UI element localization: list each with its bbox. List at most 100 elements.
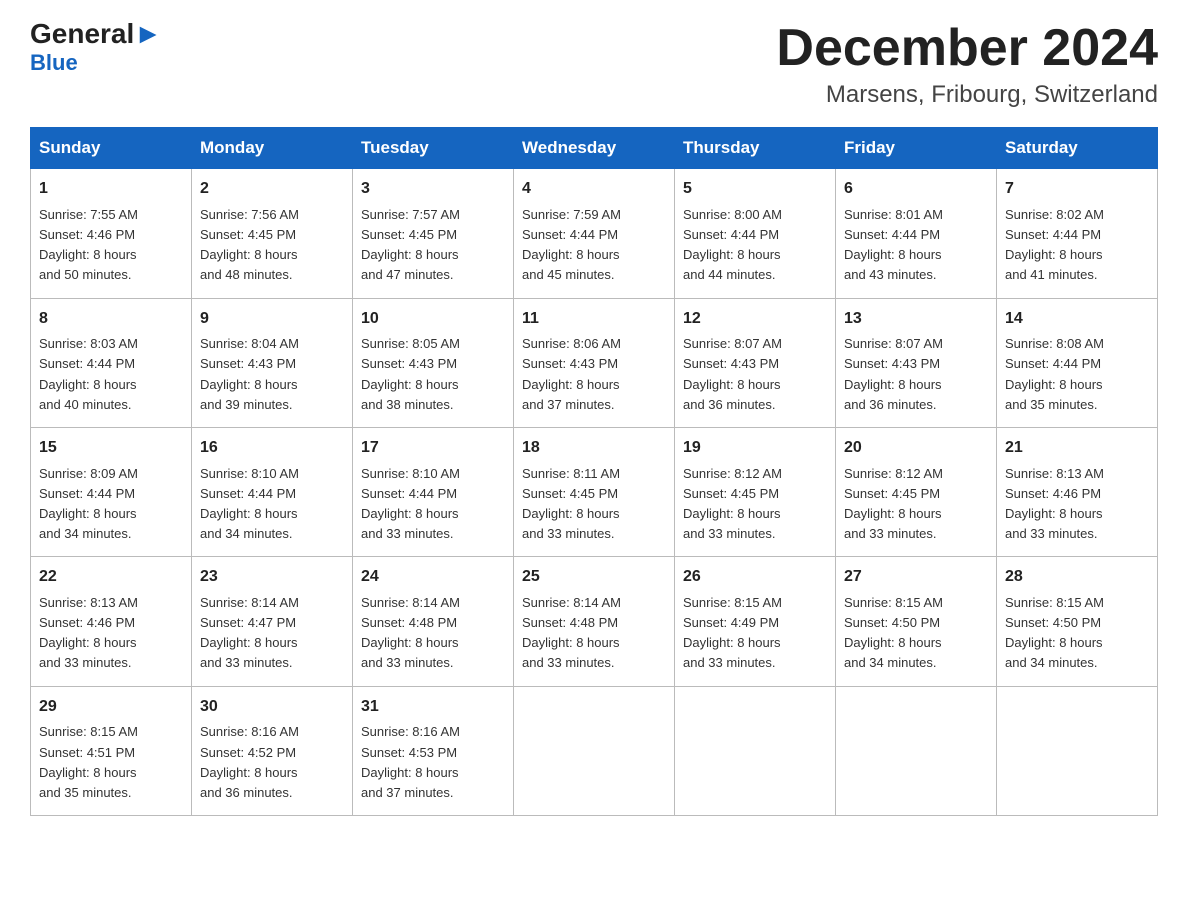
day-number: 29 xyxy=(39,695,183,720)
calendar-cell xyxy=(514,686,675,815)
day-number: 19 xyxy=(683,436,827,461)
logo-blue: Blue xyxy=(30,50,78,76)
day-info: Sunrise: 8:00 AMSunset: 4:44 PMDaylight:… xyxy=(683,207,782,282)
header-wednesday: Wednesday xyxy=(514,128,675,169)
day-number: 6 xyxy=(844,177,988,202)
calendar-cell: 29 Sunrise: 8:15 AMSunset: 4:51 PMDayligh… xyxy=(31,686,192,815)
calendar-cell: 11 Sunrise: 8:06 AMSunset: 4:43 PMDayligh… xyxy=(514,298,675,427)
calendar-cell: 14Sunrise: 8:08 AMSunset: 4:44 PMDayligh… xyxy=(997,298,1158,427)
week-row-4: 22 Sunrise: 8:13 AMSunset: 4:46 PMDayligh… xyxy=(31,557,1158,686)
day-number: 1 xyxy=(39,177,183,202)
calendar-cell: 17 Sunrise: 8:10 AMSunset: 4:44 PMDayligh… xyxy=(353,427,514,556)
day-info: Sunrise: 8:15 AMSunset: 4:49 PMDaylight:… xyxy=(683,595,782,670)
calendar-cell: 7 Sunrise: 8:02 AMSunset: 4:44 PMDaylight… xyxy=(997,169,1158,298)
day-number: 8 xyxy=(39,307,183,332)
day-info: Sunrise: 8:07 AMSunset: 4:43 PMDaylight:… xyxy=(844,336,943,411)
day-number: 3 xyxy=(361,177,505,202)
day-number: 21 xyxy=(1005,436,1149,461)
header-thursday: Thursday xyxy=(675,128,836,169)
day-info: Sunrise: 8:06 AMSunset: 4:43 PMDaylight:… xyxy=(522,336,621,411)
calendar-cell: 9 Sunrise: 8:04 AMSunset: 4:43 PMDaylight… xyxy=(192,298,353,427)
day-info: Sunrise: 8:09 AMSunset: 4:44 PMDaylight:… xyxy=(39,466,138,541)
calendar-cell: 12 Sunrise: 8:07 AMSunset: 4:43 PMDayligh… xyxy=(675,298,836,427)
day-number: 25 xyxy=(522,565,666,590)
day-info: Sunrise: 7:59 AMSunset: 4:44 PMDaylight:… xyxy=(522,207,621,282)
day-info: Sunrise: 8:01 AMSunset: 4:44 PMDaylight:… xyxy=(844,207,943,282)
day-number: 7 xyxy=(1005,177,1149,202)
calendar-cell: 19 Sunrise: 8:12 AMSunset: 4:45 PMDayligh… xyxy=(675,427,836,556)
calendar-cell: 8 Sunrise: 8:03 AMSunset: 4:44 PMDaylight… xyxy=(31,298,192,427)
calendar-cell: 28 Sunrise: 8:15 AMSunset: 4:50 PMDayligh… xyxy=(997,557,1158,686)
week-row-1: 1 Sunrise: 7:55 AMSunset: 4:46 PMDaylight… xyxy=(31,169,1158,298)
day-number: 17 xyxy=(361,436,505,461)
calendar-cell: 31Sunrise: 8:16 AMSunset: 4:53 PMDayligh… xyxy=(353,686,514,815)
weekday-header-row: Sunday Monday Tuesday Wednesday Thursday… xyxy=(31,128,1158,169)
calendar-cell: 24Sunrise: 8:14 AMSunset: 4:48 PMDayligh… xyxy=(353,557,514,686)
calendar-cell: 26 Sunrise: 8:15 AMSunset: 4:49 PMDayligh… xyxy=(675,557,836,686)
calendar-cell: 30 Sunrise: 8:16 AMSunset: 4:52 PMDayligh… xyxy=(192,686,353,815)
calendar-cell: 4 Sunrise: 7:59 AMSunset: 4:44 PMDaylight… xyxy=(514,169,675,298)
calendar-cell: 25 Sunrise: 8:14 AMSunset: 4:48 PMDayligh… xyxy=(514,557,675,686)
day-number: 5 xyxy=(683,177,827,202)
day-info: Sunrise: 8:10 AMSunset: 4:44 PMDaylight:… xyxy=(361,466,460,541)
calendar-cell: 1 Sunrise: 7:55 AMSunset: 4:46 PMDaylight… xyxy=(31,169,192,298)
day-info: Sunrise: 7:55 AMSunset: 4:46 PMDaylight:… xyxy=(39,207,138,282)
day-info: Sunrise: 8:08 AMSunset: 4:44 PMDaylight:… xyxy=(1005,336,1104,411)
calendar-cell: 23Sunrise: 8:14 AMSunset: 4:47 PMDayligh… xyxy=(192,557,353,686)
day-info: Sunrise: 8:02 AMSunset: 4:44 PMDaylight:… xyxy=(1005,207,1104,282)
day-info: Sunrise: 8:05 AMSunset: 4:43 PMDaylight:… xyxy=(361,336,460,411)
calendar-cell: 6 Sunrise: 8:01 AMSunset: 4:44 PMDaylight… xyxy=(836,169,997,298)
day-number: 26 xyxy=(683,565,827,590)
calendar-cell: 18 Sunrise: 8:11 AMSunset: 4:45 PMDayligh… xyxy=(514,427,675,556)
day-info: Sunrise: 8:07 AMSunset: 4:43 PMDaylight:… xyxy=(683,336,782,411)
day-info: Sunrise: 8:11 AMSunset: 4:45 PMDaylight:… xyxy=(522,466,620,541)
day-info: Sunrise: 8:13 AMSunset: 4:46 PMDaylight:… xyxy=(1005,466,1104,541)
calendar-cell: 10 Sunrise: 8:05 AMSunset: 4:43 PMDayligh… xyxy=(353,298,514,427)
day-number: 22 xyxy=(39,565,183,590)
calendar-cell xyxy=(836,686,997,815)
day-info: Sunrise: 8:04 AMSunset: 4:43 PMDaylight:… xyxy=(200,336,299,411)
day-info: Sunrise: 8:12 AMSunset: 4:45 PMDaylight:… xyxy=(844,466,943,541)
day-number: 16 xyxy=(200,436,344,461)
day-info: Sunrise: 8:16 AMSunset: 4:52 PMDaylight:… xyxy=(200,724,299,799)
day-info: Sunrise: 8:03 AMSunset: 4:44 PMDaylight:… xyxy=(39,336,138,411)
day-info: Sunrise: 8:15 AMSunset: 4:50 PMDaylight:… xyxy=(1005,595,1104,670)
day-number: 28 xyxy=(1005,565,1149,590)
calendar-table: Sunday Monday Tuesday Wednesday Thursday… xyxy=(30,127,1158,816)
day-info: Sunrise: 8:15 AMSunset: 4:50 PMDaylight:… xyxy=(844,595,943,670)
day-number: 2 xyxy=(200,177,344,202)
calendar-cell: 2Sunrise: 7:56 AMSunset: 4:45 PMDaylight… xyxy=(192,169,353,298)
day-number: 20 xyxy=(844,436,988,461)
day-info: Sunrise: 7:57 AMSunset: 4:45 PMDaylight:… xyxy=(361,207,460,282)
calendar-cell xyxy=(675,686,836,815)
day-number: 31 xyxy=(361,695,505,720)
day-number: 30 xyxy=(200,695,344,720)
day-info: Sunrise: 8:12 AMSunset: 4:45 PMDaylight:… xyxy=(683,466,782,541)
day-info: Sunrise: 8:14 AMSunset: 4:48 PMDaylight:… xyxy=(522,595,621,670)
logo-general: General► xyxy=(30,20,162,48)
calendar-cell xyxy=(997,686,1158,815)
day-number: 12 xyxy=(683,307,827,332)
header-saturday: Saturday xyxy=(997,128,1158,169)
logo: General► Blue xyxy=(30,20,162,76)
header-monday: Monday xyxy=(192,128,353,169)
calendar-cell: 13Sunrise: 8:07 AMSunset: 4:43 PMDayligh… xyxy=(836,298,997,427)
day-info: Sunrise: 8:14 AMSunset: 4:47 PMDaylight:… xyxy=(200,595,299,670)
calendar-cell: 20 Sunrise: 8:12 AMSunset: 4:45 PMDayligh… xyxy=(836,427,997,556)
calendar-cell: 22 Sunrise: 8:13 AMSunset: 4:46 PMDayligh… xyxy=(31,557,192,686)
calendar-cell: 16Sunrise: 8:10 AMSunset: 4:44 PMDayligh… xyxy=(192,427,353,556)
day-number: 9 xyxy=(200,307,344,332)
day-number: 18 xyxy=(522,436,666,461)
day-number: 4 xyxy=(522,177,666,202)
month-year-title: December 2024 xyxy=(776,20,1158,77)
day-number: 24 xyxy=(361,565,505,590)
day-number: 10 xyxy=(361,307,505,332)
calendar-cell: 3 Sunrise: 7:57 AMSunset: 4:45 PMDaylight… xyxy=(353,169,514,298)
page-header: General► Blue December 2024 Marsens, Fri… xyxy=(30,20,1158,109)
calendar-cell: 27Sunrise: 8:15 AMSunset: 4:50 PMDayligh… xyxy=(836,557,997,686)
week-row-2: 8 Sunrise: 8:03 AMSunset: 4:44 PMDaylight… xyxy=(31,298,1158,427)
logo-arrow: ► xyxy=(134,20,162,48)
day-info: Sunrise: 8:15 AMSunset: 4:51 PMDaylight:… xyxy=(39,724,138,799)
day-number: 11 xyxy=(522,307,666,332)
day-info: Sunrise: 8:13 AMSunset: 4:46 PMDaylight:… xyxy=(39,595,138,670)
